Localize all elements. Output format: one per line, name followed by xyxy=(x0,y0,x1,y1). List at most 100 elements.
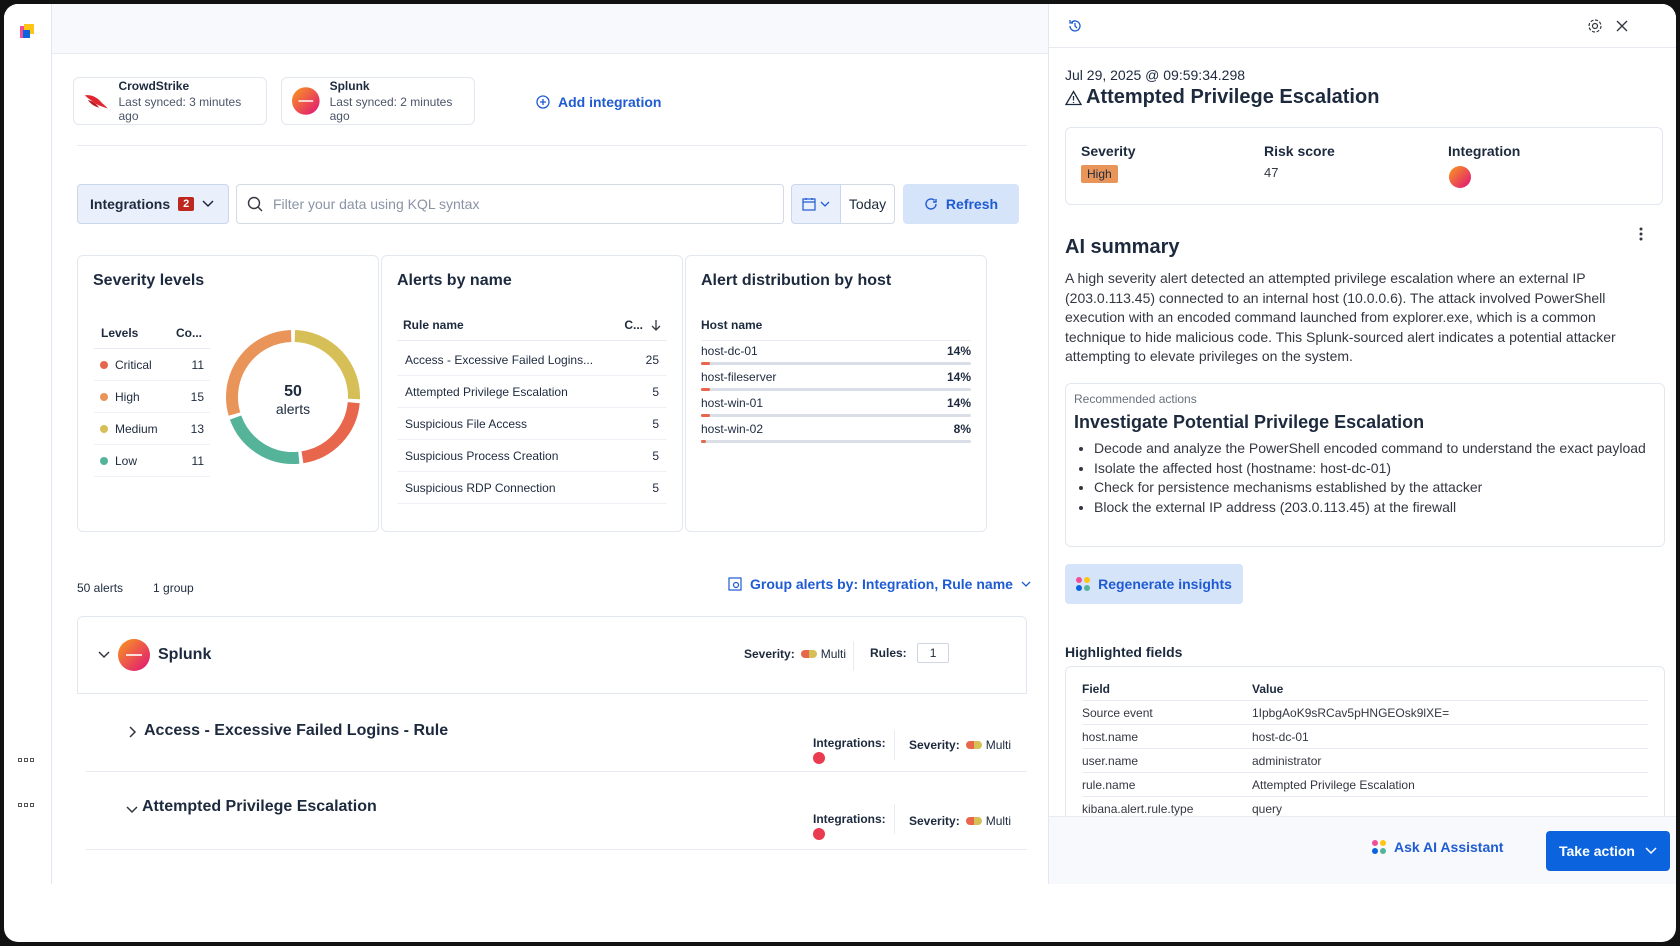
severity-summary: Severity High xyxy=(1081,143,1135,183)
add-integration-label: Add integration xyxy=(558,94,662,110)
kql-search-field[interactable] xyxy=(236,184,784,224)
take-action-button[interactable]: Take action xyxy=(1546,831,1670,871)
subgroup-integrations: Integrations: xyxy=(813,736,886,769)
severity-level-label: Critical xyxy=(115,357,152,372)
subgroup-row[interactable]: Access - Excessive Failed Logins - Rule … xyxy=(86,694,1027,772)
plus-circle-icon xyxy=(536,95,550,109)
calendar-icon xyxy=(802,198,816,211)
group-by-selector[interactable]: Group alerts by: Integration, Rule name xyxy=(728,576,1031,592)
kql-search-input[interactable] xyxy=(273,196,773,212)
table-row[interactable]: Suspicious SMB Connection5 xyxy=(397,504,667,510)
subgroup-integrations: Integrations: xyxy=(813,812,886,845)
col-count-sort[interactable]: C... xyxy=(624,318,661,332)
table-row[interactable]: Attempted Privilege Escalation 5 xyxy=(397,376,667,408)
field-value: 1IpbgAoK9sRCav5pHNGEOsk9lXE= xyxy=(1252,705,1450,720)
integration-card-crowdstrike[interactable]: CrowdStrike Last synced: 3 minutes ago xyxy=(73,77,267,125)
severity-level-label: Low xyxy=(115,453,138,468)
host-row[interactable]: host-fileserver 14% xyxy=(701,370,971,391)
host-bar-fill xyxy=(701,440,706,443)
recommended-action-item: Isolate the affected host (hostname: hos… xyxy=(1094,459,1656,479)
table-row[interactable]: Suspicious File Access 5 xyxy=(397,408,667,440)
alerts-count: 50 alerts xyxy=(77,581,124,595)
integrations-filter-button[interactable]: Integrations 2 xyxy=(77,184,229,224)
severity-table-header: Levels Co... xyxy=(94,326,210,349)
donut-slice-low[interactable] xyxy=(229,415,300,464)
chevron-down-icon[interactable] xyxy=(98,651,110,659)
rule-name: Suspicious File Access xyxy=(405,416,528,431)
date-range-label[interactable]: Today xyxy=(841,184,895,224)
host-row[interactable]: host-dc-01 14% xyxy=(701,344,971,365)
host-bar-fill xyxy=(701,414,710,417)
subgroup-row[interactable]: Attempted Privilege Escalation Integrati… xyxy=(86,772,1027,850)
col-field: Field xyxy=(1082,681,1111,696)
flyout-body: Jul 29, 2025 @ 09:59:34.298 Attempted Pr… xyxy=(1049,48,1676,816)
host-row[interactable]: host-win-01 14% xyxy=(701,396,971,417)
highlighted-field-row[interactable]: rule.name Attempted Privilege Escalation xyxy=(1082,773,1648,797)
donut-slice-critical[interactable] xyxy=(301,401,360,464)
severity-level: Low xyxy=(100,454,137,468)
date-picker-button[interactable] xyxy=(791,184,841,224)
table-row[interactable]: Suspicious Process Creation 5 xyxy=(397,440,667,472)
field-value: query xyxy=(1252,801,1283,816)
field-value: host-dc-01 xyxy=(1252,729,1309,744)
more-vertical-icon[interactable] xyxy=(1639,226,1643,242)
group-rules: Rules: 1 xyxy=(870,643,950,663)
ai-summary-text: A high severity alert detected an attemp… xyxy=(1065,270,1616,364)
col-value: Value xyxy=(1252,681,1284,696)
highlighted-field-row[interactable]: kibana.alert.rule.type query xyxy=(1082,797,1648,816)
rail-more-icon[interactable] xyxy=(18,801,38,809)
severity-level: Medium xyxy=(100,422,158,436)
regenerate-insights-button[interactable]: Regenerate insights xyxy=(1065,564,1243,604)
host-bar-fill xyxy=(701,362,710,365)
table-row[interactable]: Suspicious RDP Connection 5 xyxy=(397,472,667,504)
highlighted-field-row[interactable]: user.name administrator xyxy=(1082,749,1648,773)
integrations-count-badge: 2 xyxy=(178,197,195,211)
host-row[interactable]: host-win-02 8% xyxy=(701,422,971,443)
subgroup-title: Attempted Privilege Escalation xyxy=(142,798,377,815)
highlighted-fields-table: Field Value Source event 1IpbgAoK9sRCav5p… xyxy=(1065,666,1665,816)
recommended-actions-box: Recommended actions Investigate Potentia… xyxy=(1065,383,1665,547)
rule-name: Suspicious Process Creation xyxy=(405,448,559,463)
app-logo-icon[interactable] xyxy=(20,24,34,40)
chevron-down-icon[interactable] xyxy=(126,806,138,814)
top-bar xyxy=(52,4,1048,54)
donut-slice-medium[interactable] xyxy=(294,330,360,400)
donut-total: 50 xyxy=(284,383,302,400)
rule-name: Attempted Privilege Escalation xyxy=(405,384,568,399)
filter-bar: Integrations 2 Today Refresh xyxy=(77,184,1027,224)
add-integration-link[interactable]: Add integration xyxy=(536,94,661,110)
history-icon[interactable] xyxy=(1067,18,1083,34)
severity-dot-icon xyxy=(100,360,108,369)
alert-summary-box: Severity High Risk score 47 Integration xyxy=(1065,127,1663,205)
group-row-splunk[interactable]: Splunk Severity: Multi Rules: 1 xyxy=(77,616,1027,694)
meta-divider xyxy=(853,641,854,671)
refresh-button[interactable]: Refresh xyxy=(903,184,1019,224)
alert-title-text: Attempted Privilege Escalation xyxy=(1086,86,1380,108)
host-bar-track xyxy=(701,440,971,443)
close-icon[interactable] xyxy=(1615,19,1629,33)
alert-timestamp: Jul 29, 2025 @ 09:59:34.298 xyxy=(1065,67,1246,83)
rail-menu-icon[interactable] xyxy=(18,756,38,764)
col-count[interactable]: Co... xyxy=(176,326,202,340)
highlighted-field-row[interactable]: host.name host-dc-01 xyxy=(1082,725,1648,749)
rule-count: 5 xyxy=(652,384,659,399)
col-rule-name[interactable]: Rule name xyxy=(403,318,464,332)
splunk-logo-icon xyxy=(118,639,150,671)
donut-label: alerts xyxy=(276,401,310,417)
ask-ai-assistant-button[interactable]: Ask AI Assistant xyxy=(1372,839,1503,855)
integration-card-splunk[interactable]: Splunk Last synced: 2 minutes ago xyxy=(281,77,475,125)
integration-name: CrowdStrike xyxy=(118,79,190,93)
recommended-action-item: Block the external IP address (203.0.113… xyxy=(1094,498,1656,518)
chevron-down-icon xyxy=(1021,581,1031,587)
ai-assistant-icon xyxy=(1372,840,1386,854)
highlighted-field-row[interactable]: Source event 1IpbgAoK9sRCav5pHNGEOsk9lXE= xyxy=(1082,701,1648,725)
rule-name: Access - Excessive Failed Logins... xyxy=(405,352,594,367)
col-count: C... xyxy=(624,318,643,332)
subgroup-severity: Severity: Multi xyxy=(909,814,1011,828)
chevron-right-icon[interactable] xyxy=(129,726,137,738)
severity-row: Low 11 xyxy=(94,445,210,477)
highlighted-fields-heading: Highlighted fields xyxy=(1065,644,1183,660)
table-row[interactable]: Access - Excessive Failed Logins... 25 xyxy=(397,344,667,376)
gear-icon[interactable] xyxy=(1587,18,1603,34)
alert-details-flyout: Jul 29, 2025 @ 09:59:34.298 Attempted Pr… xyxy=(1048,4,1676,884)
